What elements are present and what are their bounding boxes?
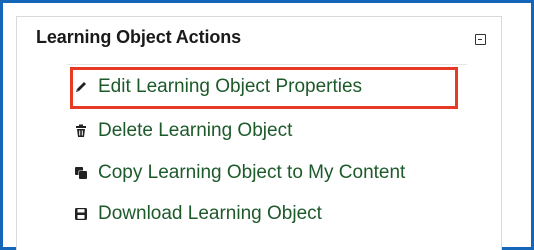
divider [67, 64, 467, 65]
learning-object-actions-panel: Learning Object Actions Edit Learning Ob… [16, 16, 502, 250]
action-label: Delete Learning Object [98, 120, 293, 141]
copy-icon [74, 166, 88, 180]
download-learning-object-link[interactable]: Download Learning Object [74, 201, 322, 227]
highlight-box [70, 67, 458, 109]
floppy-disk-icon [74, 207, 88, 221]
action-label: Copy Learning Object to My Content [98, 162, 406, 183]
panel-title: Learning Object Actions [36, 27, 242, 47]
collapse-icon[interactable] [475, 34, 486, 45]
copy-learning-object-link[interactable]: Copy Learning Object to My Content [74, 160, 405, 186]
action-label: Download Learning Object [98, 203, 322, 224]
trash-icon [74, 124, 88, 138]
delete-learning-object-link[interactable]: Delete Learning Object [74, 118, 292, 144]
panel-header: Learning Object Actions [17, 17, 501, 61]
